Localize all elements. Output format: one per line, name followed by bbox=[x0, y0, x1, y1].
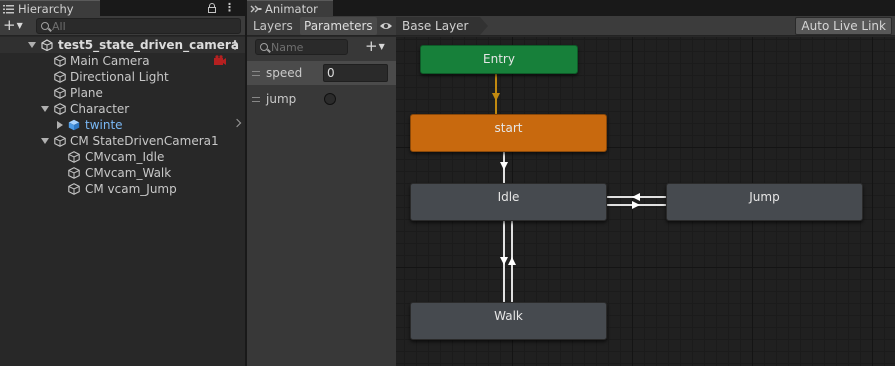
gameobject-icon bbox=[54, 103, 66, 115]
add-parameter-button[interactable]: +▼ bbox=[365, 37, 385, 56]
hierarchy-panel: Hierarchy ⋮ +▼ test5_state_driven_camera… bbox=[0, 0, 245, 366]
drag-handle-icon[interactable] bbox=[252, 96, 260, 102]
hierarchy-item-twinte[interactable]: twinte bbox=[0, 117, 245, 133]
gameobject-icon bbox=[54, 135, 66, 147]
hierarchy-item-label: CM StateDrivenCamera1 bbox=[70, 134, 219, 148]
scene-name: test5_state_driven_camera bbox=[58, 38, 239, 52]
prefab-icon bbox=[68, 119, 80, 131]
hierarchy-search-input[interactable] bbox=[52, 19, 202, 33]
hierarchy-item-label: twinte bbox=[85, 118, 123, 132]
hierarchy-item-cmvcam-idle[interactable]: CMvcam_Idle bbox=[0, 149, 245, 165]
gameobject-icon bbox=[54, 71, 66, 83]
state-label: Jump bbox=[749, 190, 780, 204]
state-label: start bbox=[494, 121, 523, 135]
hierarchy-item-cmvcam-walk[interactable]: CMvcam_Walk bbox=[0, 165, 245, 181]
expand-arrow-icon[interactable] bbox=[41, 138, 49, 144]
kebab-menu-icon[interactable]: ⋮ bbox=[224, 1, 235, 15]
scene-row[interactable]: test5_state_driven_camera ⋮ bbox=[0, 37, 245, 53]
hierarchy-item-main-camera[interactable]: Main Camera bbox=[0, 53, 245, 69]
transition-arrow-icon bbox=[500, 162, 508, 170]
gameobject-icon bbox=[68, 167, 80, 179]
state-machine-graph[interactable]: Entry start Idle Jump Walk bbox=[396, 37, 895, 366]
hierarchy-search[interactable] bbox=[36, 18, 241, 34]
hierarchy-tabbar: Hierarchy ⋮ bbox=[0, 0, 245, 16]
state-idle[interactable]: Idle bbox=[410, 183, 607, 221]
animator-panel: Animator Layers Parameters Base Layer Au… bbox=[247, 0, 895, 366]
tab-layers[interactable]: Layers bbox=[249, 17, 297, 35]
state-walk[interactable]: Walk bbox=[410, 302, 607, 340]
transition-arrow-icon bbox=[632, 201, 640, 209]
hierarchy-item-label: CM vcam_Jump bbox=[85, 182, 177, 196]
drag-handle-icon[interactable] bbox=[252, 70, 260, 76]
transition-arrow-icon bbox=[500, 257, 508, 265]
transition-arrow-icon bbox=[508, 257, 516, 265]
parameter-bool-toggle[interactable] bbox=[324, 93, 336, 105]
list-icon bbox=[3, 3, 15, 15]
transition-arrow-icon bbox=[632, 193, 640, 201]
hierarchy-tab-tools: ⋮ bbox=[208, 1, 235, 15]
parameter-row-speed[interactable]: speed bbox=[247, 61, 396, 85]
camera-gizmo-icon bbox=[214, 55, 226, 66]
scene-kebab-icon[interactable]: ⋮ bbox=[229, 38, 241, 52]
chevron-right-icon[interactable] bbox=[232, 118, 242, 128]
state-start[interactable]: start bbox=[410, 114, 607, 152]
hierarchy-toolbar: +▼ bbox=[0, 16, 245, 36]
state-label: Idle bbox=[497, 190, 520, 204]
parameter-name: speed bbox=[266, 66, 303, 80]
lock-icon[interactable] bbox=[208, 3, 216, 13]
gameobject-icon bbox=[68, 151, 80, 163]
expand-arrow-icon[interactable] bbox=[28, 42, 36, 48]
parameters-list: +▼ speed jump bbox=[247, 37, 396, 366]
parameter-value-field[interactable] bbox=[323, 64, 388, 82]
parameter-search-input[interactable] bbox=[271, 40, 341, 54]
eye-icon[interactable] bbox=[379, 20, 393, 30]
hierarchy-item-label: Main Camera bbox=[70, 54, 150, 68]
search-icon bbox=[260, 43, 268, 51]
hierarchy-tree: test5_state_driven_camera ⋮ Main Camera … bbox=[0, 37, 245, 197]
unity-scene-icon bbox=[41, 39, 53, 52]
gameobject-icon bbox=[68, 183, 80, 195]
gameobject-icon bbox=[54, 87, 66, 99]
expand-arrow-icon[interactable] bbox=[41, 106, 49, 112]
state-jump[interactable]: Jump bbox=[666, 183, 863, 221]
parameter-search[interactable] bbox=[255, 39, 348, 55]
hierarchy-item-plane[interactable]: Plane bbox=[0, 85, 245, 101]
tab-parameters[interactable]: Parameters bbox=[300, 17, 377, 35]
caret-down-icon: ▼ bbox=[16, 21, 23, 30]
hierarchy-item-label: CMvcam_Walk bbox=[85, 166, 172, 180]
tab-hierarchy-label: Hierarchy bbox=[18, 1, 74, 16]
hierarchy-item-cm-vcam-jump[interactable]: CM vcam_Jump bbox=[0, 181, 245, 197]
breadcrumb[interactable]: Base Layer bbox=[396, 17, 488, 35]
state-label: Walk bbox=[494, 309, 523, 323]
collapse-arrow-icon[interactable] bbox=[57, 121, 63, 129]
transition-arrow-icon bbox=[492, 93, 500, 101]
tab-animator[interactable]: Animator bbox=[247, 0, 333, 16]
state-label: Entry bbox=[483, 52, 515, 66]
hierarchy-item-label: Character bbox=[70, 102, 130, 116]
caret-down-icon: ▼ bbox=[378, 42, 385, 51]
tab-hierarchy[interactable]: Hierarchy bbox=[0, 0, 100, 16]
tab-animator-label: Animator bbox=[265, 1, 318, 16]
hierarchy-item-cm-statedrivencamera1[interactable]: CM StateDrivenCamera1 bbox=[0, 133, 245, 149]
parameter-row-jump[interactable]: jump bbox=[247, 87, 396, 111]
create-dropdown-button[interactable]: +▼ bbox=[3, 17, 23, 34]
state-entry[interactable]: Entry bbox=[420, 45, 578, 74]
hierarchy-item-label: Directional Light bbox=[70, 70, 169, 84]
gameobject-icon bbox=[54, 55, 66, 67]
search-icon bbox=[41, 22, 49, 30]
breadcrumb-label: Base Layer bbox=[402, 19, 469, 33]
parameter-name: jump bbox=[266, 92, 297, 106]
animator-header: Layers Parameters Base Layer Auto Live L… bbox=[247, 16, 895, 36]
hierarchy-item-directional-light[interactable]: Directional Light bbox=[0, 69, 245, 85]
animator-icon bbox=[250, 3, 262, 15]
hierarchy-item-label: CMvcam_Idle bbox=[85, 150, 165, 164]
hierarchy-item-character[interactable]: Character bbox=[0, 101, 245, 117]
animator-tabbar: Animator bbox=[247, 0, 895, 16]
hierarchy-item-label: Plane bbox=[70, 86, 103, 100]
auto-live-link-button[interactable]: Auto Live Link bbox=[795, 17, 892, 35]
